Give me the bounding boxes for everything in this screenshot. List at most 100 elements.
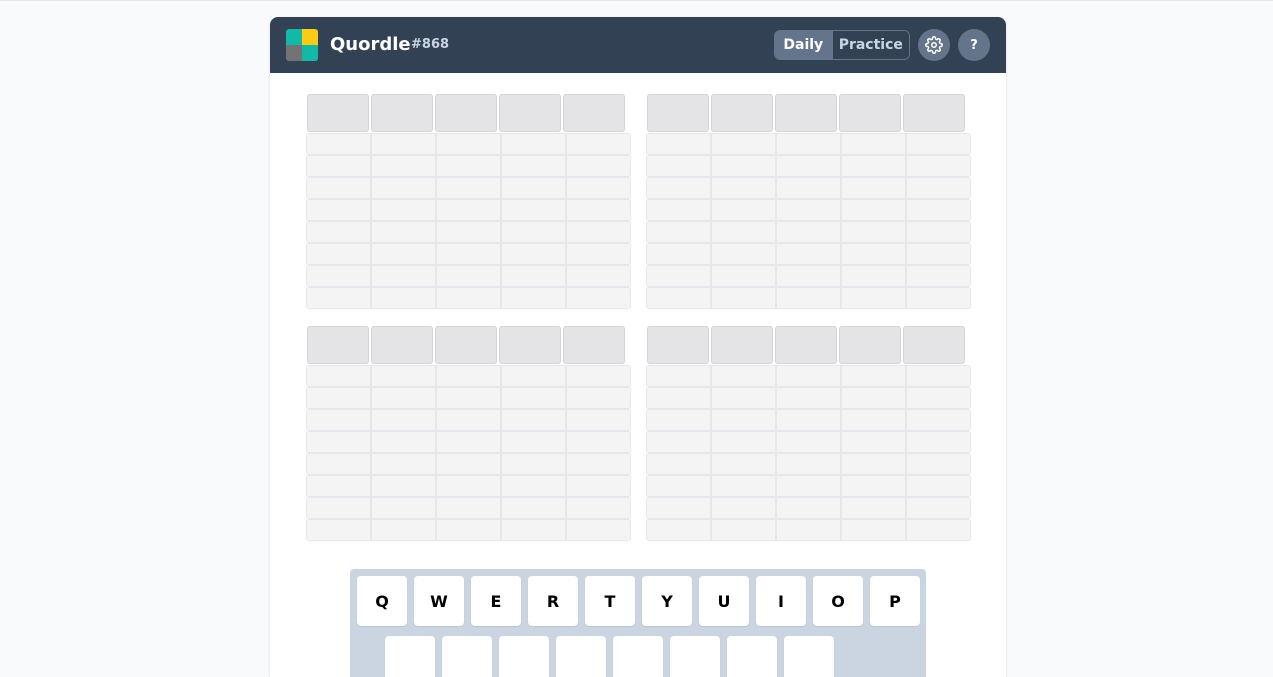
letter-tile [306,519,371,541]
letter-tile [841,221,906,243]
guess-row [306,387,631,409]
guess-row [646,133,971,155]
letter-tile [711,387,776,409]
letter-tile [306,497,371,519]
keyboard-key[interactable] [670,636,720,677]
keyboard-key[interactable] [556,636,606,677]
letter-tile [776,519,841,541]
keyboard-key[interactable] [613,636,663,677]
letter-tile [306,265,371,287]
letter-tile [566,287,631,309]
letter-tile [501,497,566,519]
active-guess-row [306,94,629,132]
help-button[interactable]: ? [958,29,990,61]
letter-tile [906,387,971,409]
letter-tile [436,409,501,431]
letter-tile [306,365,371,387]
key-p[interactable]: P [870,576,920,626]
letter-tile [841,243,906,265]
letter-tile [501,199,566,221]
keyboard-key[interactable] [727,636,777,677]
letter-tile [371,519,436,541]
guess-row [646,265,971,287]
letter-tile [906,177,971,199]
keyboard-key[interactable] [385,636,435,677]
guess-row [646,387,971,409]
letter-tile [307,94,369,132]
guess-row [306,475,631,497]
guess-row [306,365,631,387]
letter-tile [646,497,711,519]
active-guess-row [306,326,629,364]
letter-tile [306,177,371,199]
letter-tile [306,453,371,475]
letter-tile [776,199,841,221]
practice-mode-button[interactable]: Practice [831,31,909,59]
letter-tile [501,387,566,409]
keyboard-key[interactable] [784,636,834,677]
letter-tile [436,265,501,287]
logo-quadrant [286,45,302,61]
letter-tile [646,155,711,177]
letter-tile [566,155,631,177]
letter-tile [646,519,711,541]
letter-tile [906,453,971,475]
letter-tile [646,243,711,265]
key-q[interactable]: Q [357,576,407,626]
letter-tile [711,221,776,243]
guess-row [646,177,971,199]
key-y[interactable]: Y [642,576,692,626]
letter-tile [776,387,841,409]
letter-tile [841,431,906,453]
settings-button[interactable] [918,29,950,61]
letter-tile [776,287,841,309]
letter-tile [841,199,906,221]
letter-tile [566,409,631,431]
key-r[interactable]: R [528,576,578,626]
key-e[interactable]: E [471,576,521,626]
daily-mode-button[interactable]: Daily [775,31,832,59]
letter-tile [841,177,906,199]
letter-tile [646,177,711,199]
letter-tile [711,133,776,155]
key-o[interactable]: O [813,576,863,626]
key-t[interactable]: T [585,576,635,626]
guess-row [306,431,631,453]
game-board-2 [646,94,971,310]
letter-tile [566,519,631,541]
keyboard-key[interactable] [499,636,549,677]
letter-tile [306,475,371,497]
letter-tile [775,94,837,132]
letter-tile [306,431,371,453]
letter-tile [371,243,436,265]
letter-tile [566,265,631,287]
guess-row [306,453,631,475]
letter-tile [563,326,625,364]
letter-tile [563,94,625,132]
letter-tile [906,475,971,497]
letter-tile [711,453,776,475]
letter-tile [646,265,711,287]
letter-tile [501,431,566,453]
key-u[interactable]: U [699,576,749,626]
letter-tile [306,221,371,243]
game-board-1 [306,94,631,310]
letter-tile [841,497,906,519]
guess-row [306,409,631,431]
letter-tile [776,221,841,243]
letter-tile [499,326,561,364]
keyboard-key[interactable] [442,636,492,677]
letter-tile [841,265,906,287]
letter-tile [371,199,436,221]
letter-tile [501,133,566,155]
letter-tile [436,287,501,309]
letter-tile [646,387,711,409]
gear-icon [925,36,943,54]
letter-tile [566,365,631,387]
key-w[interactable]: W [414,576,464,626]
key-i[interactable]: I [756,576,806,626]
letter-tile [711,326,773,364]
letter-tile [436,519,501,541]
letter-tile [306,155,371,177]
letter-tile [501,519,566,541]
